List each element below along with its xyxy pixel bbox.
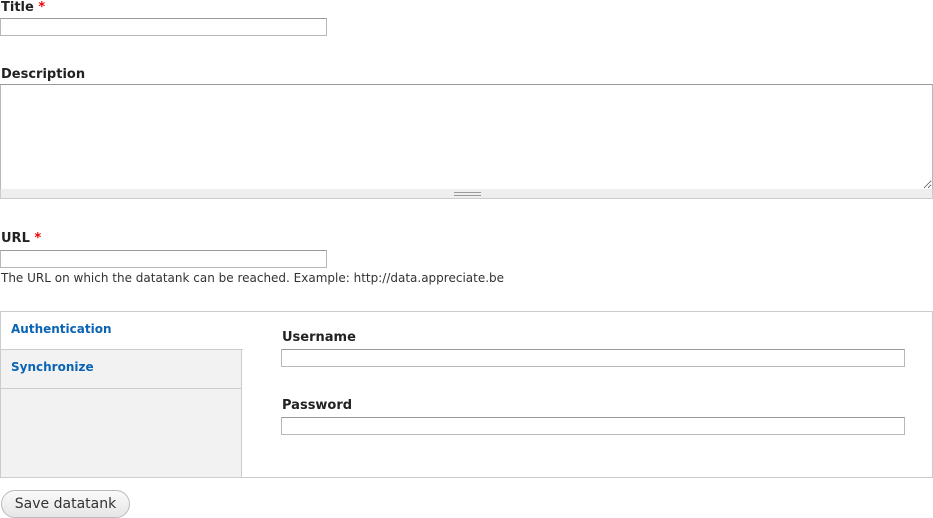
title-label: Title * — [1, 0, 45, 15]
url-help-text: The URL on which the datatank can be rea… — [1, 271, 505, 285]
description-textarea[interactable] — [0, 84, 933, 190]
grip-icon — [454, 192, 481, 196]
password-label: Password — [282, 398, 353, 413]
tab-authentication[interactable]: Authentication — [1, 312, 243, 350]
username-input[interactable] — [281, 349, 905, 367]
vertical-tabs: Authentication Synchronize Username Pass… — [0, 311, 933, 478]
tab-synchronize[interactable]: Synchronize — [1, 350, 242, 389]
description-label: Description — [1, 67, 86, 82]
required-marker: * — [38, 0, 46, 15]
url-label-text: URL — [1, 231, 30, 246]
url-label: URL * — [1, 231, 41, 246]
required-marker: * — [34, 231, 42, 246]
save-datatank-button[interactable]: Save datatank — [1, 490, 130, 518]
textarea-resize-grip[interactable] — [0, 189, 933, 199]
username-label: Username — [282, 330, 356, 345]
title-input[interactable] — [0, 18, 327, 36]
password-input[interactable] — [281, 417, 905, 435]
title-label-text: Title — [1, 0, 34, 15]
url-input[interactable] — [0, 250, 327, 268]
